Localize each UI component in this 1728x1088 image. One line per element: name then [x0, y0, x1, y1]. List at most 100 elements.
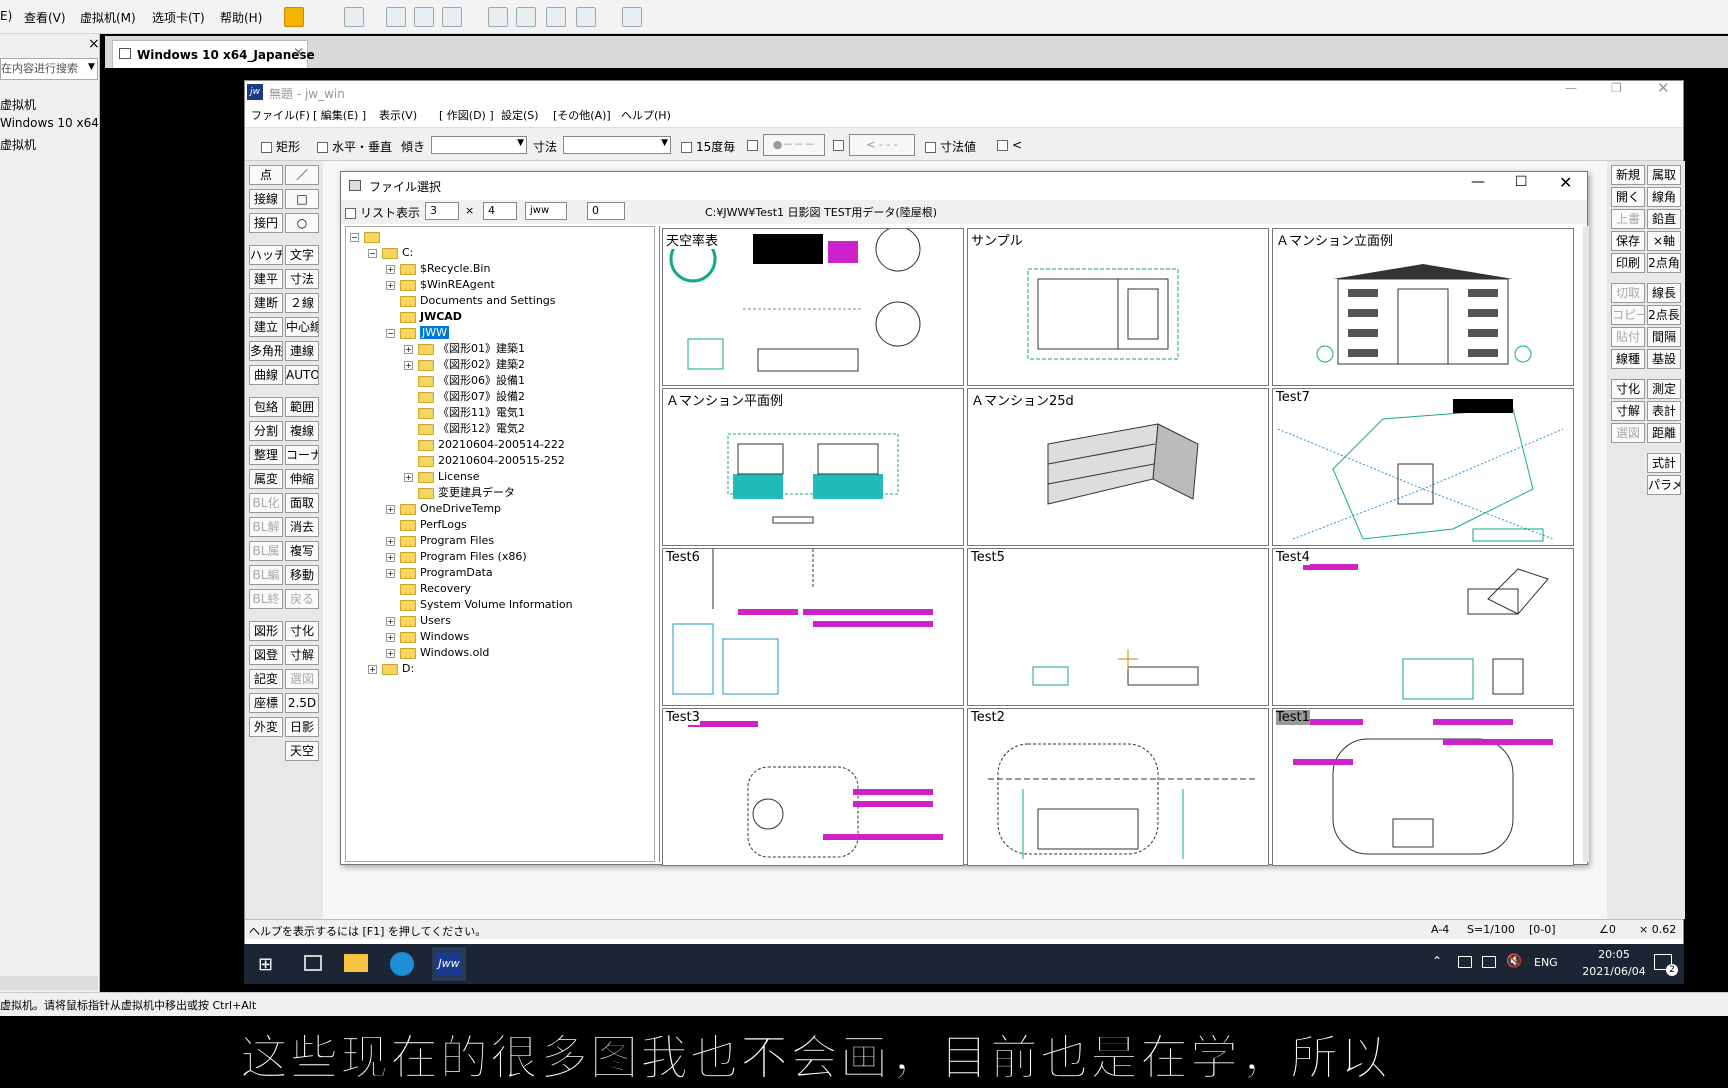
clock-time[interactable]: 20:05 — [1582, 948, 1646, 961]
status-angle[interactable]: ∠0 — [1599, 923, 1616, 936]
right-a-tool-5[interactable]: 切取 — [1611, 283, 1645, 303]
left-b-tool-7[interactable]: 連線 — [285, 341, 319, 361]
left-a-tool-8[interactable]: 曲線 — [249, 365, 283, 385]
status-zoom[interactable]: × 0.62 — [1639, 923, 1676, 936]
left-b-tool-0[interactable]: ／ — [285, 165, 319, 185]
thumbnail-cell[interactable]: Ａマンション立面例 — [1272, 228, 1574, 386]
restore-icon[interactable]: ❐ — [1611, 81, 1622, 95]
left-b-tool-14[interactable]: 消去 — [285, 517, 319, 537]
tree-node[interactable]: − — [350, 229, 384, 245]
right-a-tool-1[interactable]: 開く — [1611, 187, 1645, 207]
right-a-tool-2[interactable]: 上書 — [1611, 209, 1645, 229]
minimize-icon[interactable]: — — [1565, 81, 1577, 95]
thumbnail-cell[interactable]: Test2 — [967, 708, 1269, 866]
expand-icon[interactable]: + — [386, 568, 395, 578]
rect-checkbox[interactable]: 矩形 — [261, 138, 300, 155]
left-a-tool-22[interactable]: 外変 — [249, 717, 283, 737]
unity-icon[interactable] — [576, 7, 596, 27]
thumbnail-cell[interactable]: Test6 — [662, 548, 964, 706]
left-a-tool-4[interactable]: 建平 — [249, 269, 283, 289]
snapshot-manager-icon[interactable] — [442, 7, 462, 27]
vertical-scrollbar[interactable] — [1583, 226, 1589, 862]
right-a-tool-4[interactable]: 印刷 — [1611, 253, 1645, 273]
thumbnail-cell[interactable]: Test7 — [1272, 388, 1574, 546]
left-a-tool-10[interactable]: 分割 — [249, 421, 283, 441]
windows-start-icon[interactable]: ⊞ — [258, 954, 273, 975]
tree-node[interactable]: + $WinREAgent — [386, 277, 495, 293]
device-icon[interactable] — [1458, 956, 1472, 968]
thumbnail-cell[interactable]: Test3 — [662, 708, 964, 866]
left-b-tool-19[interactable]: 寸解 — [285, 645, 319, 665]
left-b-tool-2[interactable]: ○ — [285, 213, 319, 233]
expand-icon[interactable]: + — [404, 344, 413, 354]
expand-icon[interactable]: + — [404, 472, 413, 482]
vm-menu-help[interactable]: 帮助(H) — [220, 9, 262, 26]
hv-checkbox[interactable]: 水平・垂直 — [317, 138, 392, 155]
tilt-combo[interactable] — [431, 136, 527, 154]
left-b-tool-20[interactable]: 選図 — [285, 669, 319, 689]
left-b-tool-17[interactable]: 戻る — [285, 589, 319, 609]
rows-spinner[interactable]: 4 — [483, 202, 517, 220]
vm-menu-vm[interactable]: 虚拟机(M) — [80, 9, 136, 26]
jw-menu-draw[interactable]: [ 作図(D) ] — [439, 107, 494, 123]
close-icon[interactable]: ✕ — [1559, 173, 1572, 192]
edge-icon[interactable] — [390, 952, 414, 976]
thumbnail-cell[interactable]: 天空率表 — [662, 228, 964, 386]
arrow-checkbox[interactable] — [833, 138, 848, 152]
chevron-up-icon[interactable]: ⌃ — [1432, 954, 1442, 968]
status-paper[interactable]: A-4 — [1431, 923, 1449, 936]
minimize-icon[interactable]: — — [1471, 174, 1485, 190]
left-b-tool-12[interactable]: 伸縮 — [285, 469, 319, 489]
tree-node[interactable]: 変更建具データ — [404, 485, 515, 501]
library-item-vm[interactable]: Windows 10 x64_Japa — [0, 116, 98, 130]
right-a-tool-10[interactable]: 寸解 — [1611, 401, 1645, 421]
expand-icon[interactable]: + — [386, 280, 395, 290]
tree-node[interactable]: 《図形06》設備1 — [404, 373, 525, 389]
left-b-tool-21[interactable]: 2.5D — [285, 693, 319, 713]
left-b-tool-16[interactable]: 移動 — [285, 565, 319, 585]
thumbnail-cell[interactable]: Ａマンション25d — [967, 388, 1269, 546]
left-b-tool-3[interactable]: 文字 — [285, 245, 319, 265]
right-a-tool-8[interactable]: 線種 — [1611, 349, 1645, 369]
task-view-icon[interactable] — [304, 955, 322, 971]
left-a-tool-2[interactable]: 接円 — [249, 213, 283, 233]
right-b-tool-13[interactable]: パラメ — [1647, 475, 1681, 495]
tree-node[interactable]: − JWW — [386, 325, 449, 341]
point-style-button[interactable]: ●－－－ — [763, 134, 825, 156]
thumbnail-cell[interactable]: Test5 — [967, 548, 1269, 706]
columns-spinner[interactable]: 3 — [425, 202, 459, 220]
point-checkbox[interactable] — [747, 138, 762, 152]
vm-menu-view[interactable]: 查看(V) — [24, 9, 66, 26]
status-scale[interactable]: S=1/100 — [1467, 923, 1515, 936]
tree-node[interactable]: + 《図形01》建築1 — [404, 341, 525, 357]
dim-combo[interactable] — [563, 136, 671, 154]
folder-tree[interactable]: − − C: + $Recycle.Bin + $WinREAgent Documents a… — [345, 226, 655, 862]
right-a-tool-11[interactable]: 選図 — [1611, 423, 1645, 443]
jw-menu-settings[interactable]: 設定(S) — [501, 107, 539, 123]
right-b-tool-4[interactable]: 2点角 — [1647, 253, 1681, 273]
right-b-tool-11[interactable]: 距離 — [1647, 423, 1681, 443]
left-b-tool-10[interactable]: 複線 — [285, 421, 319, 441]
right-b-tool-10[interactable]: 表計 — [1647, 401, 1681, 421]
chevron-down-icon[interactable]: ▼ — [88, 62, 95, 72]
expand-icon[interactable]: + — [386, 648, 395, 658]
thumbnail-cell[interactable]: Test1 — [1272, 708, 1574, 866]
network-icon[interactable] — [1482, 956, 1496, 968]
sidebar-toggle-icon[interactable] — [488, 7, 508, 27]
arrow-style-button[interactable]: < - - - — [849, 134, 915, 156]
left-a-tool-11[interactable]: 整理 — [249, 445, 283, 465]
tree-node[interactable]: + D: — [368, 661, 414, 677]
left-a-tool-15[interactable]: BL属 — [249, 541, 283, 561]
maximize-icon[interactable]: ☐ — [1515, 174, 1528, 190]
tree-node[interactable]: 《図形07》設備2 — [404, 389, 525, 405]
close-icon[interactable]: × — [293, 45, 304, 60]
right-a-tool-0[interactable]: 新規 — [1611, 165, 1645, 185]
vm-menu-edit[interactable]: E) — [0, 9, 12, 23]
right-a-tool-6[interactable]: コピー — [1611, 305, 1645, 325]
tree-node[interactable]: JWCAD — [386, 309, 462, 325]
left-a-tool-7[interactable]: 多角形 — [249, 341, 283, 361]
right-b-tool-9[interactable]: 測定 — [1647, 379, 1681, 399]
left-b-tool-6[interactable]: 中心線 — [285, 317, 319, 337]
vm-menu-tabs[interactable]: 选项卡(T) — [152, 9, 205, 26]
left-a-tool-14[interactable]: BL解 — [249, 517, 283, 537]
